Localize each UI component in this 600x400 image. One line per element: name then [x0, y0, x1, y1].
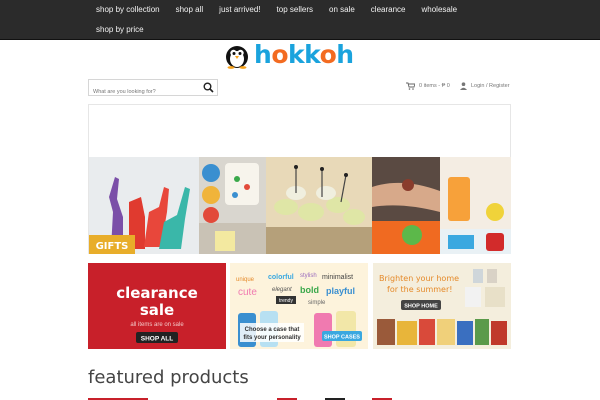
giraffe-figurines-image: GIFTS	[89, 157, 199, 254]
svg-text:bold: bold	[300, 285, 319, 295]
home-summer-banner: Brighten your home for the summer! SHOP …	[373, 263, 511, 349]
phone-cases-promo[interactable]: unique colorful stylish minimalist cute …	[230, 263, 368, 349]
juice-glass-image	[440, 157, 511, 254]
search-icon[interactable]	[202, 81, 215, 94]
svg-text:Brighten your home: Brighten your home	[379, 274, 459, 283]
buttons-mug-tile[interactable]	[199, 157, 266, 254]
home-summer-promo[interactable]: Brighten your home for the summer! SHOP …	[373, 263, 511, 349]
svg-text:SHOP CASES: SHOP CASES	[324, 335, 360, 341]
food-skewers-tile[interactable]	[266, 157, 372, 254]
nav-top-sellers[interactable]: top sellers	[269, 0, 321, 20]
svg-text:clearance: clearance	[116, 284, 198, 302]
svg-text:minimalist: minimalist	[322, 274, 353, 281]
svg-text:SHOP HOME: SHOP HOME	[404, 304, 438, 310]
nav-shop-by-collection[interactable]: shop by collection	[88, 0, 168, 20]
colorful-mug-image	[199, 157, 266, 254]
phone-cases-banner: unique colorful stylish minimalist cute …	[230, 263, 368, 349]
featured-products-heading: featured products	[88, 367, 249, 388]
hand-tool-tile[interactable]	[372, 157, 440, 254]
nav-clearance[interactable]: clearance	[363, 0, 414, 20]
login-register-link[interactable]: Login / Register	[460, 80, 510, 92]
login-label: Login / Register	[471, 83, 510, 89]
hero-banner[interactable]: GIFTS	[88, 104, 511, 254]
user-icon	[460, 82, 467, 90]
nav-shop-by-price[interactable]: shop by price	[88, 20, 152, 40]
search-input[interactable]	[89, 84, 201, 100]
svg-text:sale: sale	[140, 301, 174, 319]
svg-text:all items are on sale: all items are on sale	[130, 322, 184, 328]
clearance-sale-banner: clearance sale all items are on sale SHO…	[88, 263, 226, 349]
svg-text:Choose a case that: Choose a case that	[245, 327, 300, 333]
nav-just-arrived[interactable]: just arrived!	[211, 0, 268, 20]
cart-summary: 0 items - ₱ 0	[419, 83, 450, 89]
svg-text:cute: cute	[238, 287, 257, 298]
kitchen-tool-image	[372, 157, 440, 254]
svg-text:elegant: elegant	[272, 287, 292, 293]
penguin-mascot-icon	[222, 41, 252, 69]
nav-shop-all[interactable]: shop all	[168, 0, 212, 20]
site-logo[interactable]: hokkoh	[222, 40, 382, 70]
svg-text:fits your personality: fits your personality	[243, 335, 301, 341]
svg-text:simple: simple	[308, 300, 326, 306]
svg-text:playful: playful	[326, 286, 355, 296]
search-box	[88, 79, 218, 100]
gifts-banner-tile[interactable]: GIFTS	[89, 157, 199, 254]
svg-text:unique: unique	[236, 277, 255, 283]
svg-text:GIFTS: GIFTS	[96, 241, 129, 252]
logo-wordmark: hokkoh	[254, 40, 354, 69]
svg-text:for the summer!: for the summer!	[387, 285, 452, 294]
svg-text:stylish: stylish	[300, 273, 317, 279]
food-picks-image	[266, 157, 372, 254]
svg-text:trendy: trendy	[279, 298, 293, 304]
svg-text:SHOP ALL: SHOP ALL	[141, 336, 174, 343]
cart-link[interactable]: 0 items - ₱ 0	[406, 80, 450, 92]
kitchen-gadgets-tile[interactable]	[440, 157, 511, 254]
top-navigation-bar: shop by collection shop all just arrived…	[0, 0, 600, 40]
svg-text:colorful: colorful	[268, 274, 294, 281]
cart-icon	[406, 82, 415, 90]
nav-wholesale[interactable]: wholesale	[413, 0, 465, 20]
nav-row-2: shop by price	[88, 20, 152, 40]
clearance-sale-promo[interactable]: clearance sale all items are on sale SHO…	[88, 263, 226, 349]
nav-on-sale[interactable]: on sale	[321, 0, 363, 20]
nav-row-1: shop by collection shop all just arrived…	[88, 0, 465, 20]
